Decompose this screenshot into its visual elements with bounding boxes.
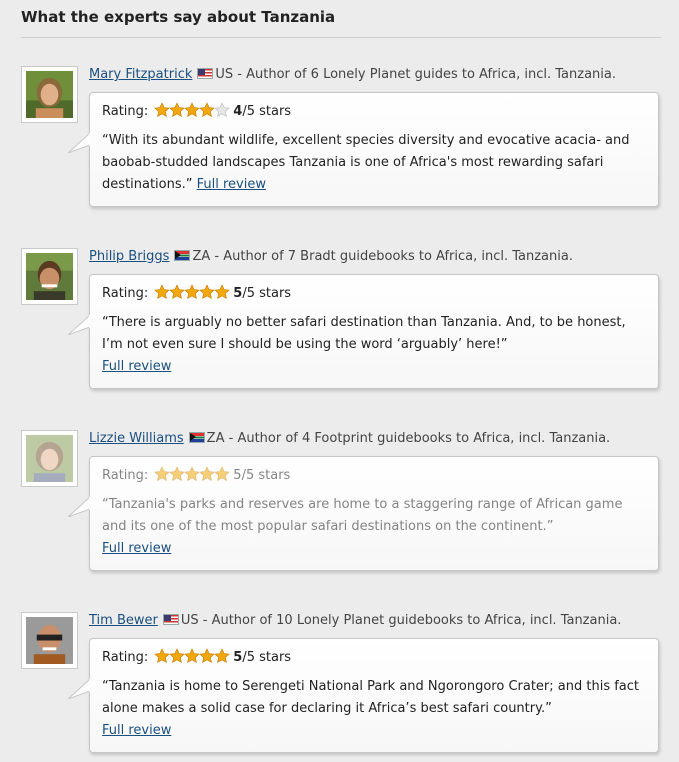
star-filled-icon bbox=[199, 102, 216, 117]
expert-photo bbox=[26, 71, 73, 118]
expert-name-link[interactable]: Philip Briggs bbox=[89, 249, 169, 264]
expert-role: - Author of 4 Footprint guidebooks to Af… bbox=[224, 431, 611, 446]
expert-country: US bbox=[215, 67, 234, 82]
star-filled-icon bbox=[184, 648, 201, 663]
expert-name-link[interactable]: Tim Bewer bbox=[89, 613, 158, 628]
review-quote: “With its abundant wildlife, excellent s… bbox=[102, 130, 646, 196]
full-review-link[interactable]: Full review bbox=[102, 359, 171, 374]
star-filled-icon bbox=[184, 466, 201, 481]
expert-photo bbox=[26, 435, 73, 482]
star-rating bbox=[154, 284, 231, 307]
score-suffix: /5 stars bbox=[242, 286, 292, 301]
expert-name-link[interactable]: Mary Fitzpatrick bbox=[89, 67, 192, 82]
expert-country: ZA bbox=[206, 431, 225, 446]
expert-byline: Philip Briggs ZA - Author of 7 Bradt guid… bbox=[89, 248, 573, 266]
rating-row: Rating: 5/5 stars bbox=[102, 466, 646, 486]
za-flag-icon bbox=[188, 432, 205, 443]
star-filled-icon bbox=[199, 284, 216, 299]
avatar[interactable] bbox=[21, 66, 78, 123]
full-review-link[interactable]: Full review bbox=[102, 723, 171, 738]
star-filled-icon bbox=[184, 284, 201, 299]
us-flag-icon bbox=[162, 614, 179, 625]
rating-label: Rating: bbox=[102, 650, 149, 665]
speech-tail-icon bbox=[68, 497, 90, 517]
score-suffix: /5 stars bbox=[242, 104, 292, 119]
star-filled-icon bbox=[214, 466, 231, 481]
avatar[interactable] bbox=[21, 430, 78, 487]
quote-text: “Tanzania's parks and reserves are home … bbox=[102, 497, 623, 534]
expert-role: - Author of 6 Lonely Planet guides to Af… bbox=[233, 67, 616, 82]
star-empty-icon bbox=[214, 102, 231, 117]
speech-tail-icon bbox=[68, 315, 90, 335]
expert-card: Mary Fitzpatrick US - Author of 6 Lonely … bbox=[21, 66, 661, 211]
star-filled-icon bbox=[184, 102, 201, 117]
expert-byline: Lizzie Williams ZA - Author of 4 Footprin… bbox=[89, 430, 610, 448]
star-filled-icon bbox=[199, 466, 216, 481]
review-bubble: Rating: 5/5 stars “Tanzania's parks and r… bbox=[68, 456, 659, 571]
expert-role: - Author of 10 Lonely Planet guidebooks … bbox=[198, 613, 622, 628]
star-filled-icon bbox=[154, 102, 171, 117]
rating-row: Rating: 4/5 stars bbox=[102, 102, 646, 122]
star-filled-icon bbox=[154, 648, 171, 663]
speech-tail-icon bbox=[68, 679, 90, 699]
avatar[interactable] bbox=[21, 248, 78, 305]
star-filled-icon bbox=[154, 466, 171, 481]
star-rating bbox=[154, 466, 231, 489]
score-number: 5 bbox=[233, 286, 243, 301]
score-number: 4 bbox=[233, 104, 243, 119]
us-flag-icon bbox=[197, 68, 214, 79]
star-filled-icon bbox=[199, 648, 216, 663]
score-number: 5 bbox=[233, 650, 243, 665]
star-filled-icon bbox=[214, 284, 231, 299]
review-bubble: Rating: 5/5 stars “There is arguably no b… bbox=[68, 274, 659, 389]
expert-card: Lizzie Williams ZA - Author of 4 Footprin… bbox=[21, 430, 661, 575]
expert-country: ZA bbox=[192, 249, 211, 264]
score-number: 5 bbox=[233, 468, 242, 483]
speech-tail-icon bbox=[68, 133, 90, 153]
star-rating bbox=[154, 648, 231, 671]
quote-text: “There is arguably no better safari dest… bbox=[102, 315, 626, 352]
expert-photo bbox=[26, 253, 73, 300]
expert-name-link[interactable]: Lizzie Williams bbox=[89, 431, 184, 446]
review-bubble: Rating: 4/5 stars “With its abundant wild… bbox=[68, 92, 659, 207]
title-divider bbox=[21, 37, 661, 38]
expert-country: US bbox=[180, 613, 199, 628]
star-filled-icon bbox=[169, 102, 186, 117]
star-filled-icon bbox=[154, 284, 171, 299]
star-filled-icon bbox=[169, 466, 186, 481]
rating-label: Rating: bbox=[102, 286, 149, 301]
quote-text: “Tanzania is home to Serengeti National … bbox=[102, 679, 640, 716]
full-review-link[interactable]: Full review bbox=[102, 541, 171, 556]
za-flag-icon bbox=[174, 250, 191, 261]
score-suffix: /5 stars bbox=[242, 650, 292, 665]
rating-row: Rating: 5/5 stars bbox=[102, 648, 646, 668]
rating-row: Rating: 5/5 stars bbox=[102, 284, 646, 304]
star-filled-icon bbox=[169, 284, 186, 299]
star-filled-icon bbox=[214, 648, 231, 663]
star-rating bbox=[154, 102, 231, 125]
expert-byline: Mary Fitzpatrick US - Author of 6 Lonely … bbox=[89, 66, 616, 84]
quote-text: “With its abundant wildlife, excellent s… bbox=[102, 133, 630, 192]
rating-label: Rating: bbox=[102, 468, 149, 483]
expert-card: Tim Bewer US - Author of 10 Lonely Planet… bbox=[21, 612, 661, 757]
star-filled-icon bbox=[169, 648, 186, 663]
expert-card: Philip Briggs ZA - Author of 7 Bradt guid… bbox=[21, 248, 661, 393]
rating-label: Rating: bbox=[102, 104, 149, 119]
review-quote: “Tanzania's parks and reserves are home … bbox=[102, 494, 646, 560]
expert-photo bbox=[26, 617, 73, 664]
section-title: What the experts say about Tanzania bbox=[21, 8, 336, 26]
review-quote: “Tanzania is home to Serengeti National … bbox=[102, 676, 646, 742]
expert-byline: Tim Bewer US - Author of 10 Lonely Planet… bbox=[89, 612, 621, 630]
full-review-link[interactable]: Full review bbox=[197, 177, 266, 192]
expert-role: - Author of 7 Bradt guidebooks to Africa… bbox=[210, 249, 573, 264]
review-quote: “There is arguably no better safari dest… bbox=[102, 312, 646, 378]
avatar[interactable] bbox=[21, 612, 78, 669]
review-bubble: Rating: 5/5 stars “Tanzania is home to Se… bbox=[68, 638, 659, 753]
score-suffix: /5 stars bbox=[241, 468, 291, 483]
